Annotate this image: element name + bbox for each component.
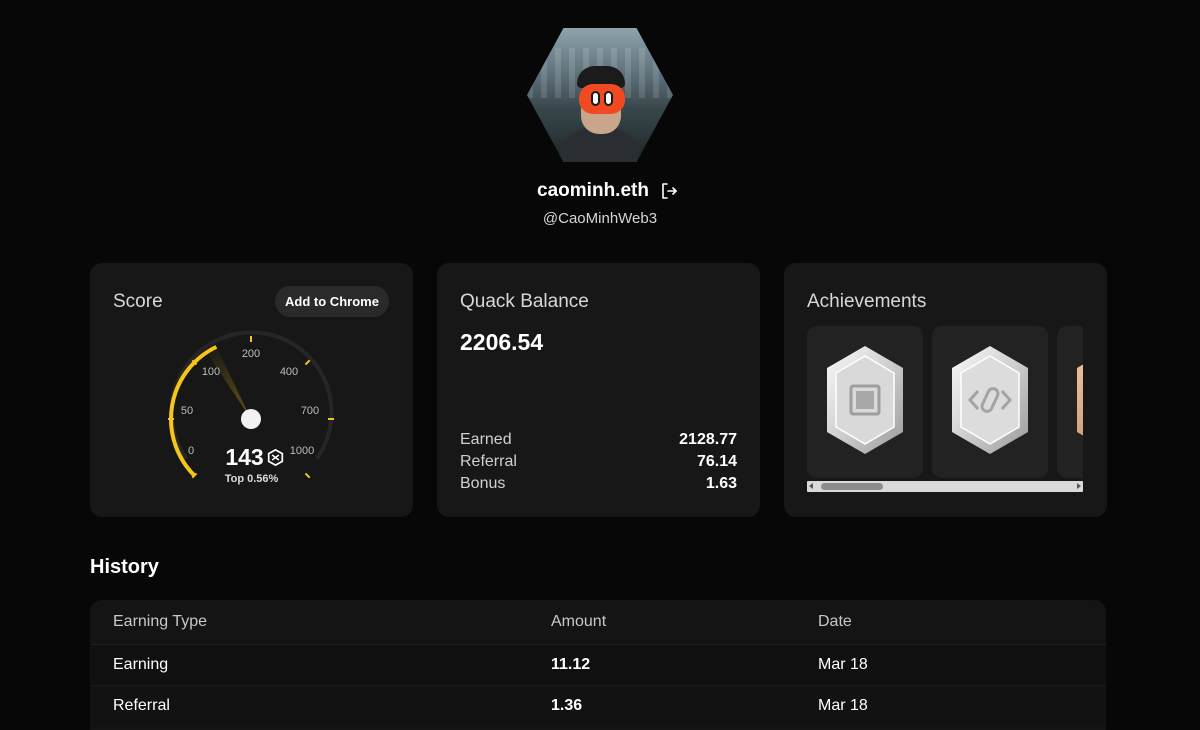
achievements-title: Achievements	[807, 291, 927, 312]
balance-title: Quack Balance	[460, 291, 589, 312]
add-to-chrome-button[interactable]: Add to Chrome	[275, 286, 389, 317]
duck-mask-icon	[579, 84, 625, 114]
column-header[interactable]: Amount	[551, 600, 606, 644]
balance-row-value: 2128.77	[679, 431, 737, 448]
hexagon-logo-icon	[267, 449, 283, 466]
earning-type-cell: Earning	[113, 656, 169, 673]
achievement-tile[interactable]	[807, 326, 923, 478]
achievements-scrollbar[interactable]	[807, 481, 1083, 492]
score-value: 143	[225, 444, 264, 470]
gauge-tick-label: 200	[242, 348, 260, 360]
achievement-tile[interactable]	[932, 326, 1048, 478]
balance-row-label: Earned	[460, 431, 512, 448]
score-rank: Top 0.56%	[224, 473, 279, 485]
table-row: Earning 11.12 Mar 18	[90, 644, 1106, 685]
balance-row-bonus: Bonus 1.63	[460, 473, 737, 495]
column-header[interactable]: Date	[818, 600, 852, 644]
table-row: Referral 1.36 Mar 18	[90, 685, 1106, 726]
achievements-card: Achievements	[784, 263, 1107, 517]
balance-row-value: 76.14	[696, 453, 737, 470]
balance-row-label: Referral	[460, 453, 517, 470]
history-table: Earning Type Amount Date Earning 11.12 M…	[90, 600, 1106, 730]
table-header: Earning Type Amount Date	[90, 600, 1106, 644]
profile-header: caominh.eth @CaoMinhWeb3	[0, 28, 1200, 227]
balance-breakdown: Earned 2128.77 Referral 76.14 Bonus 1.63	[460, 429, 737, 495]
gauge-tick-label: 700	[301, 405, 319, 417]
balance-value: 2206.54	[460, 329, 544, 355]
balance-row-value: 1.63	[705, 475, 737, 492]
avatar	[527, 28, 673, 162]
ens-name: caominh.eth	[537, 180, 649, 201]
date-cell: Mar 18	[818, 697, 868, 714]
amount-cell: 11.12	[551, 656, 591, 673]
gauge-tick-label: 400	[280, 366, 298, 378]
amount-cell: 1.36	[551, 697, 583, 714]
date-cell: Mar 18	[818, 656, 868, 673]
score-title: Score	[113, 291, 163, 312]
score-value-row: 143	[90, 444, 413, 471]
scroll-left-icon[interactable]	[809, 483, 813, 489]
bronze-badge-icon	[1077, 364, 1083, 436]
square-stack-badge-icon	[827, 346, 903, 454]
balance-row-earned: Earned 2128.77	[460, 429, 737, 451]
balance-row-label: Bonus	[460, 475, 506, 492]
twitter-handle: @CaoMinhWeb3	[542, 210, 658, 227]
earning-type-cell: Referral	[113, 697, 170, 714]
history-title: History	[90, 556, 159, 578]
gauge-tick-label: 50	[181, 405, 193, 417]
achievement-tile[interactable]	[1057, 326, 1083, 478]
column-header[interactable]: Earning Type	[113, 600, 207, 644]
balance-row-referral: Referral 76.14	[460, 451, 737, 473]
scroll-right-icon[interactable]	[1077, 483, 1081, 489]
gauge-tick-label: 100	[202, 366, 220, 378]
score-card: Score Add to Chrome 0 50 100 200 400 700…	[90, 263, 413, 517]
code-link-badge-icon	[952, 346, 1028, 454]
balance-card: Quack Balance 2206.54 Earned 2128.77 Ref…	[437, 263, 760, 517]
achievements-scroller[interactable]	[807, 326, 1083, 481]
gauge-needle-hub	[241, 409, 261, 429]
logout-icon[interactable]	[659, 181, 679, 201]
gauge-tick	[304, 359, 311, 366]
scrollbar-thumb[interactable]	[821, 483, 883, 490]
